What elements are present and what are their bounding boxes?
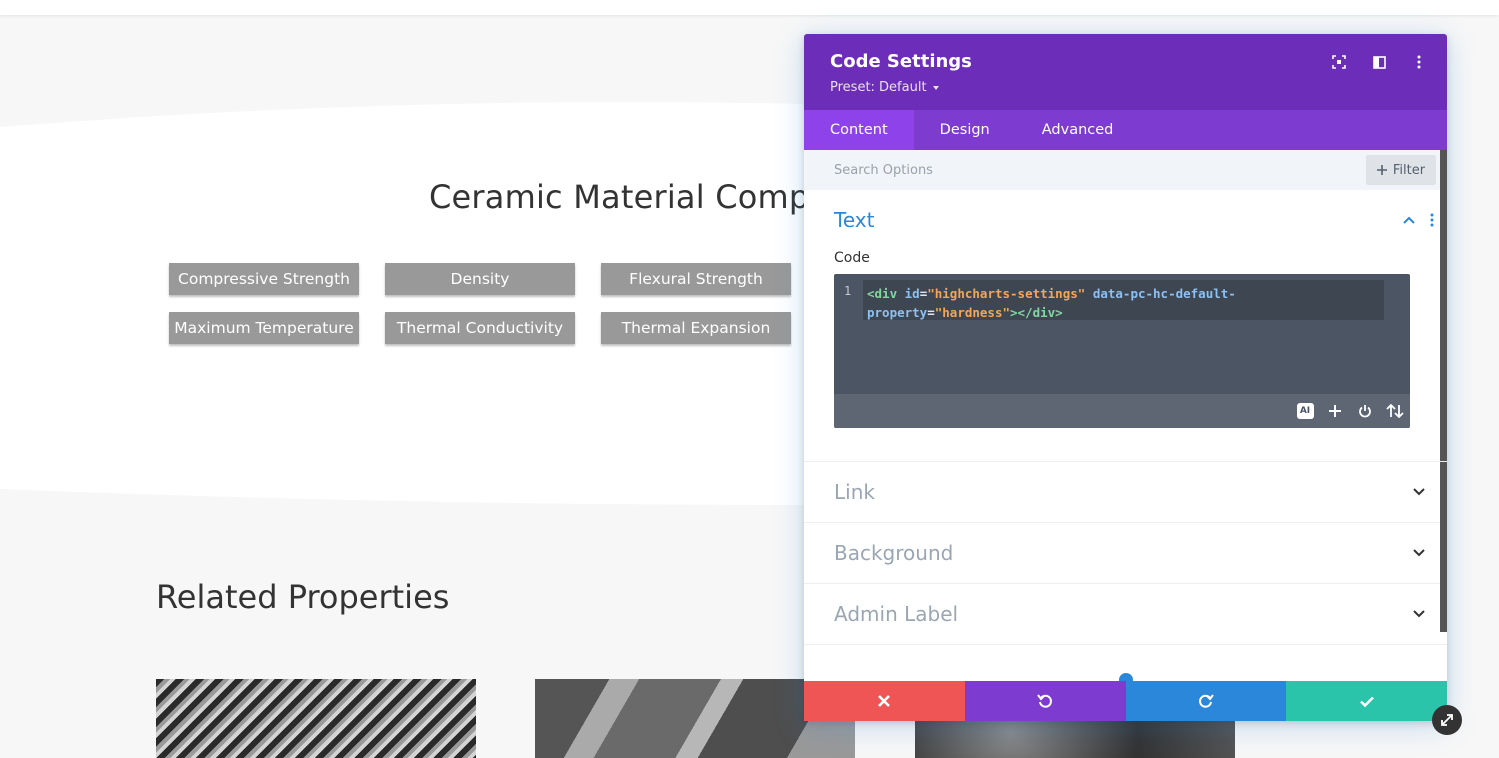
- tab-advanced[interactable]: Advanced: [1016, 110, 1140, 150]
- help-area: [804, 645, 1447, 687]
- check-icon: [1359, 696, 1374, 707]
- maximum-temperature-button[interactable]: Maximum Temperature: [169, 312, 359, 344]
- save-button[interactable]: [1286, 681, 1447, 721]
- preset-dropdown[interactable]: Preset: Default: [830, 80, 939, 95]
- admin-label-section[interactable]: Admin Label: [804, 584, 1447, 645]
- preset-label: Preset: Default: [830, 80, 927, 95]
- text-section-title: Text: [834, 208, 875, 232]
- code-token-string: "highcharts-settings": [927, 286, 1086, 301]
- tab-content[interactable]: Content: [804, 110, 914, 150]
- page-title: Ceramic Material Compar: [429, 178, 843, 216]
- code-body[interactable]: 1 <div id="highcharts-settings" data-pc-…: [834, 274, 1410, 394]
- related-properties-title: Related Properties: [156, 578, 450, 616]
- chevron-down-icon: [1413, 488, 1425, 496]
- search-options-input[interactable]: [804, 162, 1304, 178]
- close-icon: [878, 695, 891, 707]
- admin-label-section-title: Admin Label: [834, 602, 959, 626]
- sort-icon[interactable]: [1386, 402, 1404, 420]
- search-bar: Filter: [804, 150, 1447, 190]
- code-field-label: Code: [834, 250, 870, 266]
- more-options-icon[interactable]: [1409, 54, 1429, 70]
- section-icons: [1403, 213, 1434, 227]
- header-icons: [1329, 54, 1429, 70]
- code-token-attr: property: [867, 305, 928, 320]
- panel-header: Code Settings Preset: Default: [804, 34, 1447, 110]
- background-section[interactable]: Background: [804, 523, 1447, 584]
- code-token-attr: data-pc-hc-default-: [1092, 286, 1236, 301]
- redo-icon: [1198, 694, 1214, 708]
- density-button[interactable]: Density: [385, 263, 575, 295]
- text-section: Text Code 1 <div id="highcharts-settings…: [804, 190, 1447, 462]
- resize-handle[interactable]: [1432, 705, 1462, 735]
- undo-icon: [1037, 694, 1053, 708]
- code-token-string: "hardness": [934, 305, 1011, 320]
- undo-button[interactable]: [964, 681, 1126, 721]
- ai-icon[interactable]: AI: [1296, 402, 1314, 420]
- caret-down-icon: [932, 85, 939, 90]
- code-token-tag: <div: [867, 286, 898, 301]
- ai-badge: AI: [1296, 403, 1314, 419]
- code-token-tag: ></div>: [1010, 305, 1063, 320]
- property-button-grid: Compressive Strength Density Flexural St…: [169, 263, 791, 344]
- section-more-icon[interactable]: [1430, 213, 1434, 227]
- resize-icon: [1441, 714, 1453, 726]
- thermal-conductivity-button[interactable]: Thermal Conductivity: [385, 312, 575, 344]
- panel-tabs: Content Design Advanced: [804, 110, 1447, 150]
- chevron-up-icon[interactable]: [1403, 216, 1415, 224]
- code-toolbar: AI: [834, 394, 1410, 428]
- thermal-expansion-button[interactable]: Thermal Expansion: [601, 312, 791, 344]
- related-card-1[interactable]: [156, 679, 476, 758]
- link-section-title: Link: [834, 480, 875, 504]
- add-icon[interactable]: [1326, 402, 1344, 420]
- code-editor[interactable]: 1 <div id="highcharts-settings" data-pc-…: [834, 274, 1410, 428]
- filter-label: Filter: [1392, 162, 1426, 178]
- chevron-down-icon: [1413, 610, 1425, 618]
- flexural-strength-button[interactable]: Flexural Strength: [601, 263, 791, 295]
- fullscreen-icon[interactable]: [1329, 54, 1349, 70]
- redo-button[interactable]: [1125, 681, 1287, 721]
- plus-icon: [1376, 165, 1387, 175]
- action-bar: [804, 681, 1447, 721]
- background-section-title: Background: [834, 541, 954, 565]
- link-section[interactable]: Link: [804, 462, 1447, 523]
- text-section-header[interactable]: Text: [834, 190, 1434, 250]
- code-settings-panel: Code Settings Preset: Default Content De…: [804, 34, 1447, 721]
- filter-button[interactable]: Filter: [1366, 155, 1436, 185]
- code-token-attr: id: [904, 286, 920, 301]
- cancel-button[interactable]: [804, 681, 965, 721]
- compressive-strength-button[interactable]: Compressive Strength: [169, 263, 359, 295]
- chevron-down-icon: [1413, 549, 1425, 557]
- dynamic-content-icon[interactable]: [1356, 402, 1374, 420]
- tab-design[interactable]: Design: [914, 110, 1016, 150]
- code-line[interactable]: <div id="highcharts-settings" data-pc-hc…: [863, 280, 1384, 320]
- line-number: 1: [844, 284, 852, 298]
- split-view-icon[interactable]: [1369, 54, 1389, 70]
